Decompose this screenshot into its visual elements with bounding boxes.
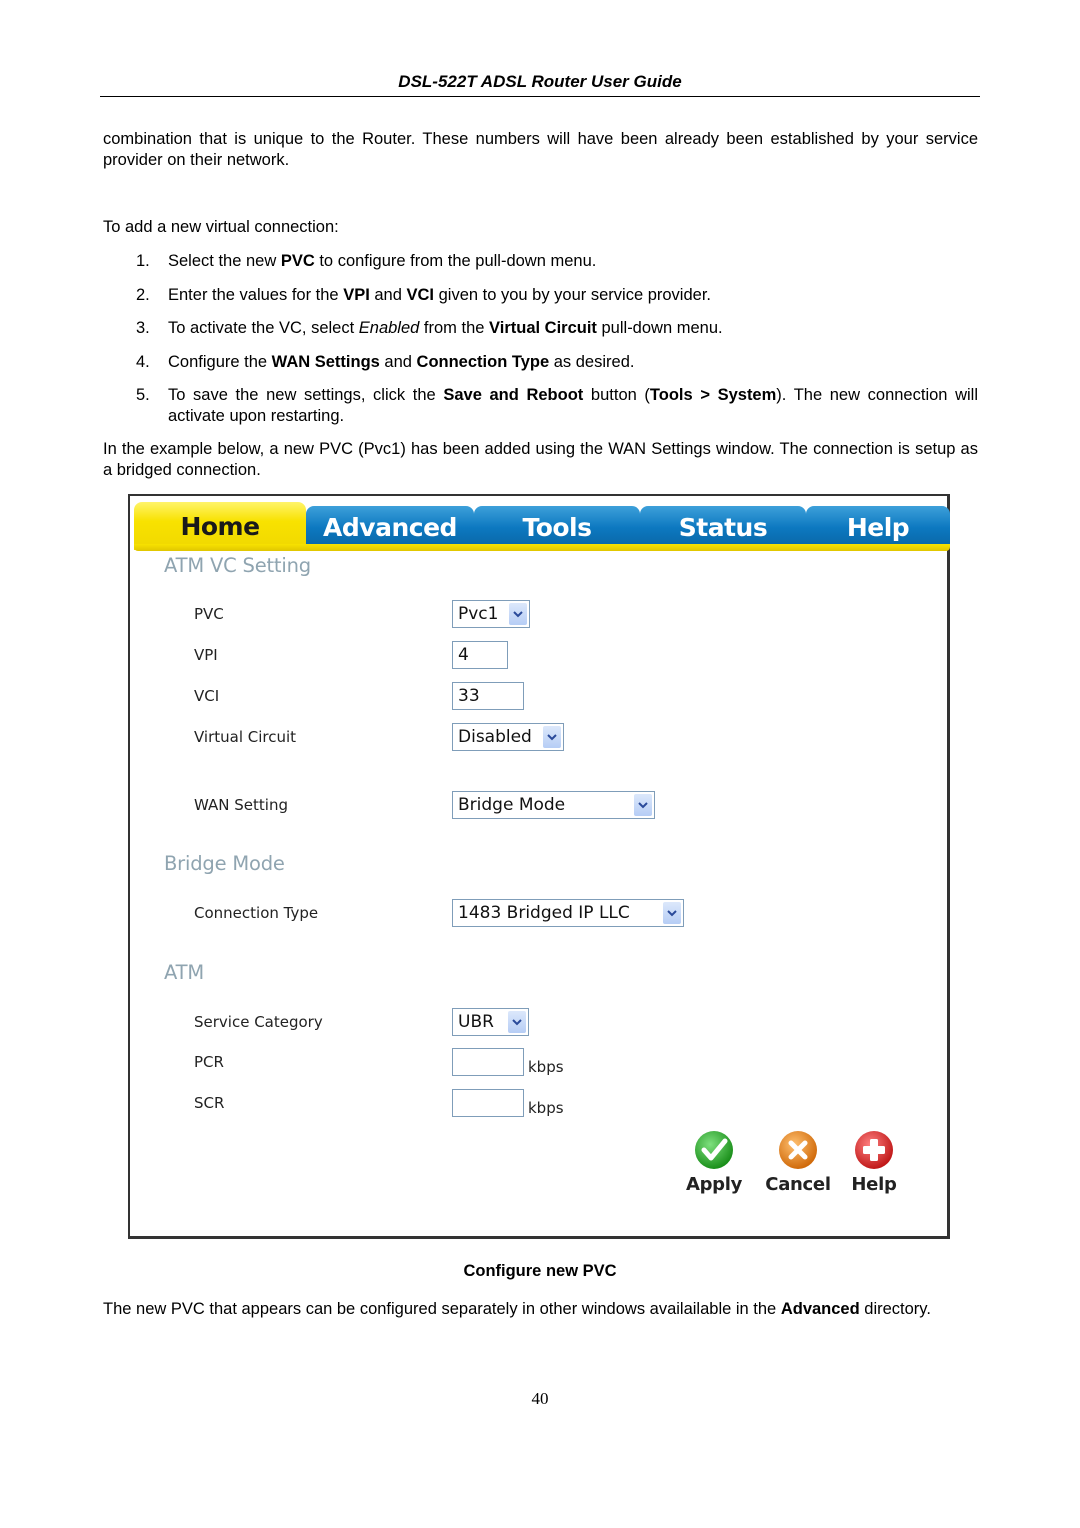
plus-icon xyxy=(854,1130,894,1170)
document-header: DSL-522T ADSL Router User Guide xyxy=(100,72,980,97)
pvc-label: PVC xyxy=(194,605,224,623)
tab-help[interactable]: Help xyxy=(806,506,950,546)
tab-advanced[interactable]: Advanced xyxy=(306,506,474,546)
vci-input[interactable]: 33 xyxy=(452,682,524,710)
chevron-down-icon[interactable] xyxy=(663,902,681,924)
emphasis-text: Advanced xyxy=(780,1300,860,1318)
step-text: Select the new PVC to configure from the… xyxy=(168,252,597,270)
chevron-down-icon[interactable] xyxy=(543,726,561,748)
emphasis-text: Save and Reboot xyxy=(443,386,584,404)
tab-home[interactable]: Home xyxy=(134,502,306,550)
pcr-unit: kbps xyxy=(528,1058,564,1076)
wan-setting-select[interactable]: Bridge Mode xyxy=(452,791,655,819)
step-item: 5. To save the new settings, click the Sa… xyxy=(103,385,978,427)
connection-type-label: Connection Type xyxy=(194,904,319,922)
page-number: 40 xyxy=(531,1389,549,1408)
step-item: 2. Enter the values for the VPI and VCI g… xyxy=(103,285,978,306)
step-text: Enter the values for the VPI and VCI giv… xyxy=(168,285,711,304)
nav-tabs: Home Advanced Tools Status Help xyxy=(134,502,950,550)
step-text: Configure the WAN Settings and Connectio… xyxy=(168,352,635,371)
emphasis-text: Tools > System xyxy=(649,386,777,404)
emphasis-text: PVC xyxy=(280,252,315,270)
help-button[interactable]: Help xyxy=(848,1130,900,1195)
emphasis-text: WAN Settings xyxy=(271,352,380,371)
emphasis-text: VPI xyxy=(343,285,370,304)
connection-type-select[interactable]: 1483 Bridged IP LLC xyxy=(452,899,684,927)
tab-tools[interactable]: Tools xyxy=(474,506,640,546)
step-item: 1. Select the new PVC to configure from t… xyxy=(103,251,978,272)
step-item: 4. Configure the WAN Settings and Connect… xyxy=(103,352,978,373)
service-category-select[interactable]: UBR xyxy=(452,1008,529,1036)
check-icon xyxy=(694,1130,734,1170)
connection-type-value: 1483 Bridged IP LLC xyxy=(458,903,630,923)
help-label: Help xyxy=(851,1174,897,1195)
vpi-label: VPI xyxy=(194,646,218,664)
tab-status[interactable]: Status xyxy=(640,506,806,546)
emphasis-text: Enabled xyxy=(358,319,420,337)
apply-button[interactable]: Apply xyxy=(684,1130,744,1195)
emphasis-text: Virtual Circuit xyxy=(489,319,597,337)
virtual-circuit-label: Virtual Circuit xyxy=(194,728,297,746)
step-number: 2. xyxy=(136,285,150,304)
virtual-circuit-value: Disabled xyxy=(458,727,532,747)
wan-setting-value: Bridge Mode xyxy=(458,795,566,815)
pvc-value: Pvc1 xyxy=(458,604,499,624)
router-screenshot: Home Advanced Tools Status Help ATM VC S… xyxy=(128,494,950,1239)
chevron-down-icon[interactable] xyxy=(508,1011,526,1033)
scr-input[interactable] xyxy=(452,1089,524,1117)
service-category-label: Service Category xyxy=(194,1013,323,1031)
emphasis-text: Connection Type xyxy=(416,352,550,371)
step-number: 4. xyxy=(136,352,150,371)
scr-label: SCR xyxy=(194,1094,225,1112)
steps-list: 1. Select the new PVC to configure from t… xyxy=(103,251,978,440)
intro-paragraph: combination that is unique to the Router… xyxy=(103,130,978,169)
chevron-down-icon[interactable] xyxy=(509,603,527,625)
scr-unit: kbps xyxy=(528,1099,564,1117)
wan-setting-label: WAN Setting xyxy=(194,796,288,814)
pcr-label: PCR xyxy=(194,1053,224,1071)
emphasis-text: VCI xyxy=(406,285,435,304)
cancel-button[interactable]: Cancel xyxy=(764,1130,832,1195)
step-item: 3. To activate the VC, select Enabled fro… xyxy=(103,318,978,339)
instructions-lead: To add a new virtual connection: xyxy=(103,218,339,236)
step-number: 5. xyxy=(136,386,150,404)
outro-paragraph: The new PVC that appears can be configur… xyxy=(103,1299,978,1320)
figure-caption: Configure new PVC xyxy=(463,1262,617,1280)
chevron-down-icon[interactable] xyxy=(634,794,652,816)
virtual-circuit-select[interactable]: Disabled xyxy=(452,723,564,751)
vpi-input[interactable]: 4 xyxy=(452,641,508,669)
step-number: 3. xyxy=(136,319,150,337)
pcr-input[interactable] xyxy=(452,1048,524,1076)
step-number: 1. xyxy=(136,252,150,270)
step-text: To save the new settings, click the Save… xyxy=(168,386,979,425)
apply-label: Apply xyxy=(685,1174,743,1195)
pvc-select[interactable]: Pvc1 xyxy=(452,600,530,628)
section-title-atm-vc: ATM VC Setting xyxy=(164,554,311,577)
outro-text: The new PVC that appears can be configur… xyxy=(103,1300,931,1318)
service-category-value: UBR xyxy=(458,1012,494,1032)
section-title-bridge-mode: Bridge Mode xyxy=(164,852,285,875)
x-icon xyxy=(778,1130,818,1170)
cancel-label: Cancel xyxy=(765,1174,831,1195)
vci-label: VCI xyxy=(194,687,220,705)
section-title-atm: ATM xyxy=(164,961,204,984)
tab-bar-underline xyxy=(134,544,950,551)
example-paragraph: In the example below, a new PVC (Pvc1) h… xyxy=(103,440,978,479)
step-text: To activate the VC, select Enabled from … xyxy=(168,319,723,337)
